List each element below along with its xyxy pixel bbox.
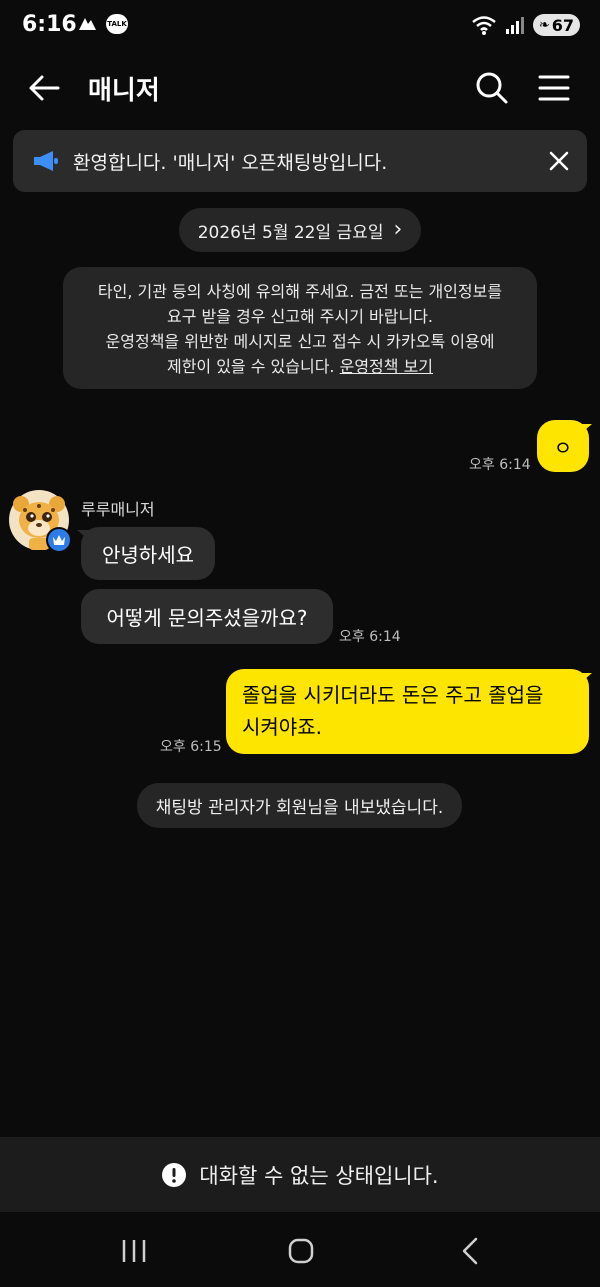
message-time: 오후 6:15	[160, 739, 222, 755]
manager-badge	[46, 527, 72, 553]
status-left-icons: TALK	[76, 14, 128, 34]
other-message-bubble[interactable]: 안녕하세요	[81, 527, 215, 580]
menu-icon	[538, 75, 570, 101]
bubble-tail	[77, 530, 91, 542]
talk-icon: TALK	[106, 14, 128, 34]
search-button[interactable]	[470, 66, 514, 110]
battery-leaf-icon: ❧	[538, 17, 550, 33]
megaphone-icon	[34, 151, 58, 171]
menu-button[interactable]	[532, 66, 576, 110]
policy-line: 타인, 기관 등의 사칭에 유의해 주세요. 금전 또는 개인정보를	[97, 282, 503, 301]
my-message-bubble[interactable]: 졸업을 시키더라도 돈은 주고 졸업을 시켜야죠.	[226, 669, 589, 754]
chat-disabled-bar: 대화할 수 없는 상태입니다.	[0, 1137, 600, 1212]
home-icon	[288, 1238, 314, 1264]
talk-badge-text: TALK	[107, 20, 127, 28]
system-message: 채팅방 관리자가 회원님을 내보냈습니다.	[137, 783, 462, 828]
notice-close-button[interactable]	[549, 151, 569, 171]
notice-text: 환영합니다. '매니저' 오픈채팅방입니다.	[73, 151, 388, 174]
policy-line: 운영정책을 위반한 메시지로 신고 접수 시 카카오톡 이용에	[105, 332, 495, 351]
back-arrow-icon	[29, 75, 60, 101]
search-icon	[476, 72, 508, 104]
policy-notice: 타인, 기관 등의 사칭에 유의해 주세요. 금전 또는 개인정보를 요구 받을…	[63, 267, 537, 389]
policy-link[interactable]: 운영정책 보기	[340, 357, 433, 376]
status-right-icons: ❧ 67	[471, 14, 580, 36]
close-icon	[549, 151, 569, 171]
message-line: 시켜야죠.	[242, 715, 322, 739]
battery-level: 67	[551, 15, 574, 35]
policy-line: 제한이 있을 수 있습니다.	[166, 357, 335, 376]
recent-apps-icon	[122, 1240, 146, 1262]
policy-line-with-link: 제한이 있을 수 있습니다. 운영정책 보기	[73, 354, 527, 379]
policy-line: 요구 받을 경우 신고해 주시기 바랍니다.	[166, 307, 434, 326]
date-divider[interactable]: 2026년 5월 22일 금요일 ›	[179, 208, 421, 252]
sender-name: 루루매니저	[81, 500, 155, 519]
battery-indicator: ❧ 67	[532, 14, 580, 36]
crown-icon	[53, 535, 65, 545]
notification-icon	[79, 18, 96, 30]
bubble-tail	[578, 424, 592, 436]
chat-title: 매니저	[88, 76, 160, 106]
recent-apps-button[interactable]	[114, 1234, 154, 1268]
signal-icon	[505, 17, 524, 34]
alert-icon	[162, 1162, 187, 1187]
bubble-tail	[578, 673, 592, 685]
chevron-right-icon: ›	[393, 217, 403, 242]
other-message-bubble[interactable]: 어떻게 문의주셨을까요?	[81, 589, 333, 644]
message-line: 졸업을 시키더라도 돈은 주고 졸업을	[242, 683, 544, 707]
system-nav-bar	[0, 1212, 600, 1287]
back-nav-icon	[462, 1237, 478, 1265]
status-time: 6:16	[22, 12, 77, 37]
chat-disabled-text: 대화할 수 없는 상태입니다.	[199, 1163, 439, 1188]
wifi-icon	[472, 16, 496, 35]
back-button[interactable]	[24, 68, 64, 108]
message-time: 오후 6:14	[469, 457, 531, 473]
back-nav-button[interactable]	[450, 1234, 490, 1268]
notice-banner[interactable]: 환영합니다. '매니저' 오픈채팅방입니다.	[13, 130, 587, 192]
avatar[interactable]	[9, 490, 72, 553]
message-time: 오후 6:14	[339, 629, 401, 645]
date-label: 2026년 5월 22일 금요일	[197, 222, 384, 243]
home-button[interactable]	[281, 1234, 321, 1268]
